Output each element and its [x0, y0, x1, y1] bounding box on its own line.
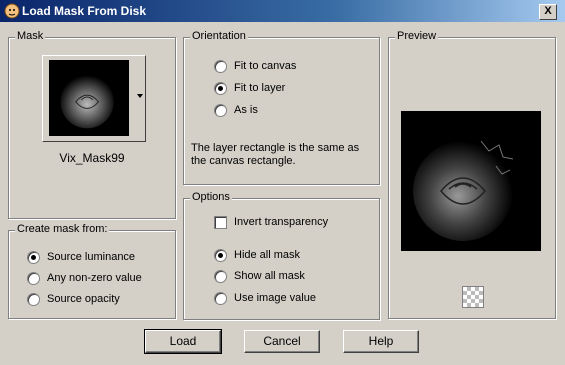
radio-label: Source opacity	[47, 293, 120, 305]
radio-indicator	[214, 59, 227, 73]
help-button[interactable]: Help	[343, 330, 419, 353]
radio-label: Source luminance	[47, 251, 136, 263]
dropdown-arrow-icon	[137, 94, 143, 98]
window-title: Load Mask From Disk	[22, 4, 147, 18]
radio-indicator	[214, 103, 227, 117]
radio-show-all-mask[interactable]: Show all mask	[214, 268, 305, 284]
create-mask-from-group: Create mask from: Source luminance Any n…	[8, 223, 176, 319]
radio-indicator	[214, 291, 227, 305]
close-button[interactable]: X	[539, 4, 557, 20]
preview-legend: Preview	[395, 30, 439, 42]
mask-name: Vix_Mask99	[59, 151, 125, 165]
options-legend: Options	[190, 191, 232, 203]
radio-label: Any non-zero value	[47, 272, 142, 284]
create-mask-from-legend: Create mask from:	[15, 223, 110, 235]
options-group: Options Invert transparency Hide all mas…	[183, 191, 380, 320]
mask-thumbnail-image	[49, 60, 129, 136]
radio-label: Show all mask	[234, 270, 305, 282]
radio-indicator	[214, 248, 227, 262]
radio-any-non-zero-value[interactable]: Any non-zero value	[27, 270, 142, 286]
radio-source-luminance[interactable]: Source luminance	[27, 249, 135, 265]
radio-hide-all-mask[interactable]: Hide all mask	[214, 247, 300, 263]
radio-label: Use image value	[234, 292, 316, 304]
invert-transparency-checkbox[interactable]: Invert transparency	[214, 214, 328, 230]
checkbox-indicator	[214, 215, 227, 229]
app-icon	[4, 3, 20, 19]
radio-indicator	[27, 292, 40, 306]
radio-indicator	[27, 271, 40, 285]
radio-source-opacity[interactable]: Source opacity	[27, 291, 120, 307]
checkerboard-icon[interactable]	[462, 286, 484, 308]
mask-legend: Mask	[15, 30, 46, 42]
checkbox-label: Invert transparency	[234, 216, 329, 228]
radio-label: As is	[234, 104, 258, 116]
radio-label: Fit to canvas	[234, 60, 297, 72]
radio-use-image-value[interactable]: Use image value	[214, 290, 316, 306]
title-bar: Load Mask From Disk X	[0, 0, 565, 22]
radio-as-is[interactable]: As is	[214, 102, 258, 118]
radio-indicator	[214, 269, 227, 283]
mask-group: Mask Vix_Mask99	[8, 30, 176, 219]
mask-thumbnail-button[interactable]	[42, 55, 146, 142]
radio-label: Fit to layer	[234, 82, 286, 94]
preview-group: Preview	[388, 30, 556, 319]
radio-fit-to-canvas[interactable]: Fit to canvas	[214, 58, 296, 74]
orientation-note: The layer rectangle is the same as the c…	[191, 142, 360, 167]
radio-fit-to-layer[interactable]: Fit to layer	[214, 80, 285, 96]
orientation-group: Orientation Fit to canvas Fit to layer A…	[183, 30, 380, 185]
radio-label: Hide all mask	[234, 249, 301, 261]
cancel-button[interactable]: Cancel	[244, 330, 320, 353]
radio-indicator	[27, 250, 40, 264]
preview-image	[401, 111, 541, 251]
radio-indicator	[214, 81, 227, 95]
load-button[interactable]: Load	[144, 329, 222, 354]
orientation-legend: Orientation	[190, 30, 248, 42]
